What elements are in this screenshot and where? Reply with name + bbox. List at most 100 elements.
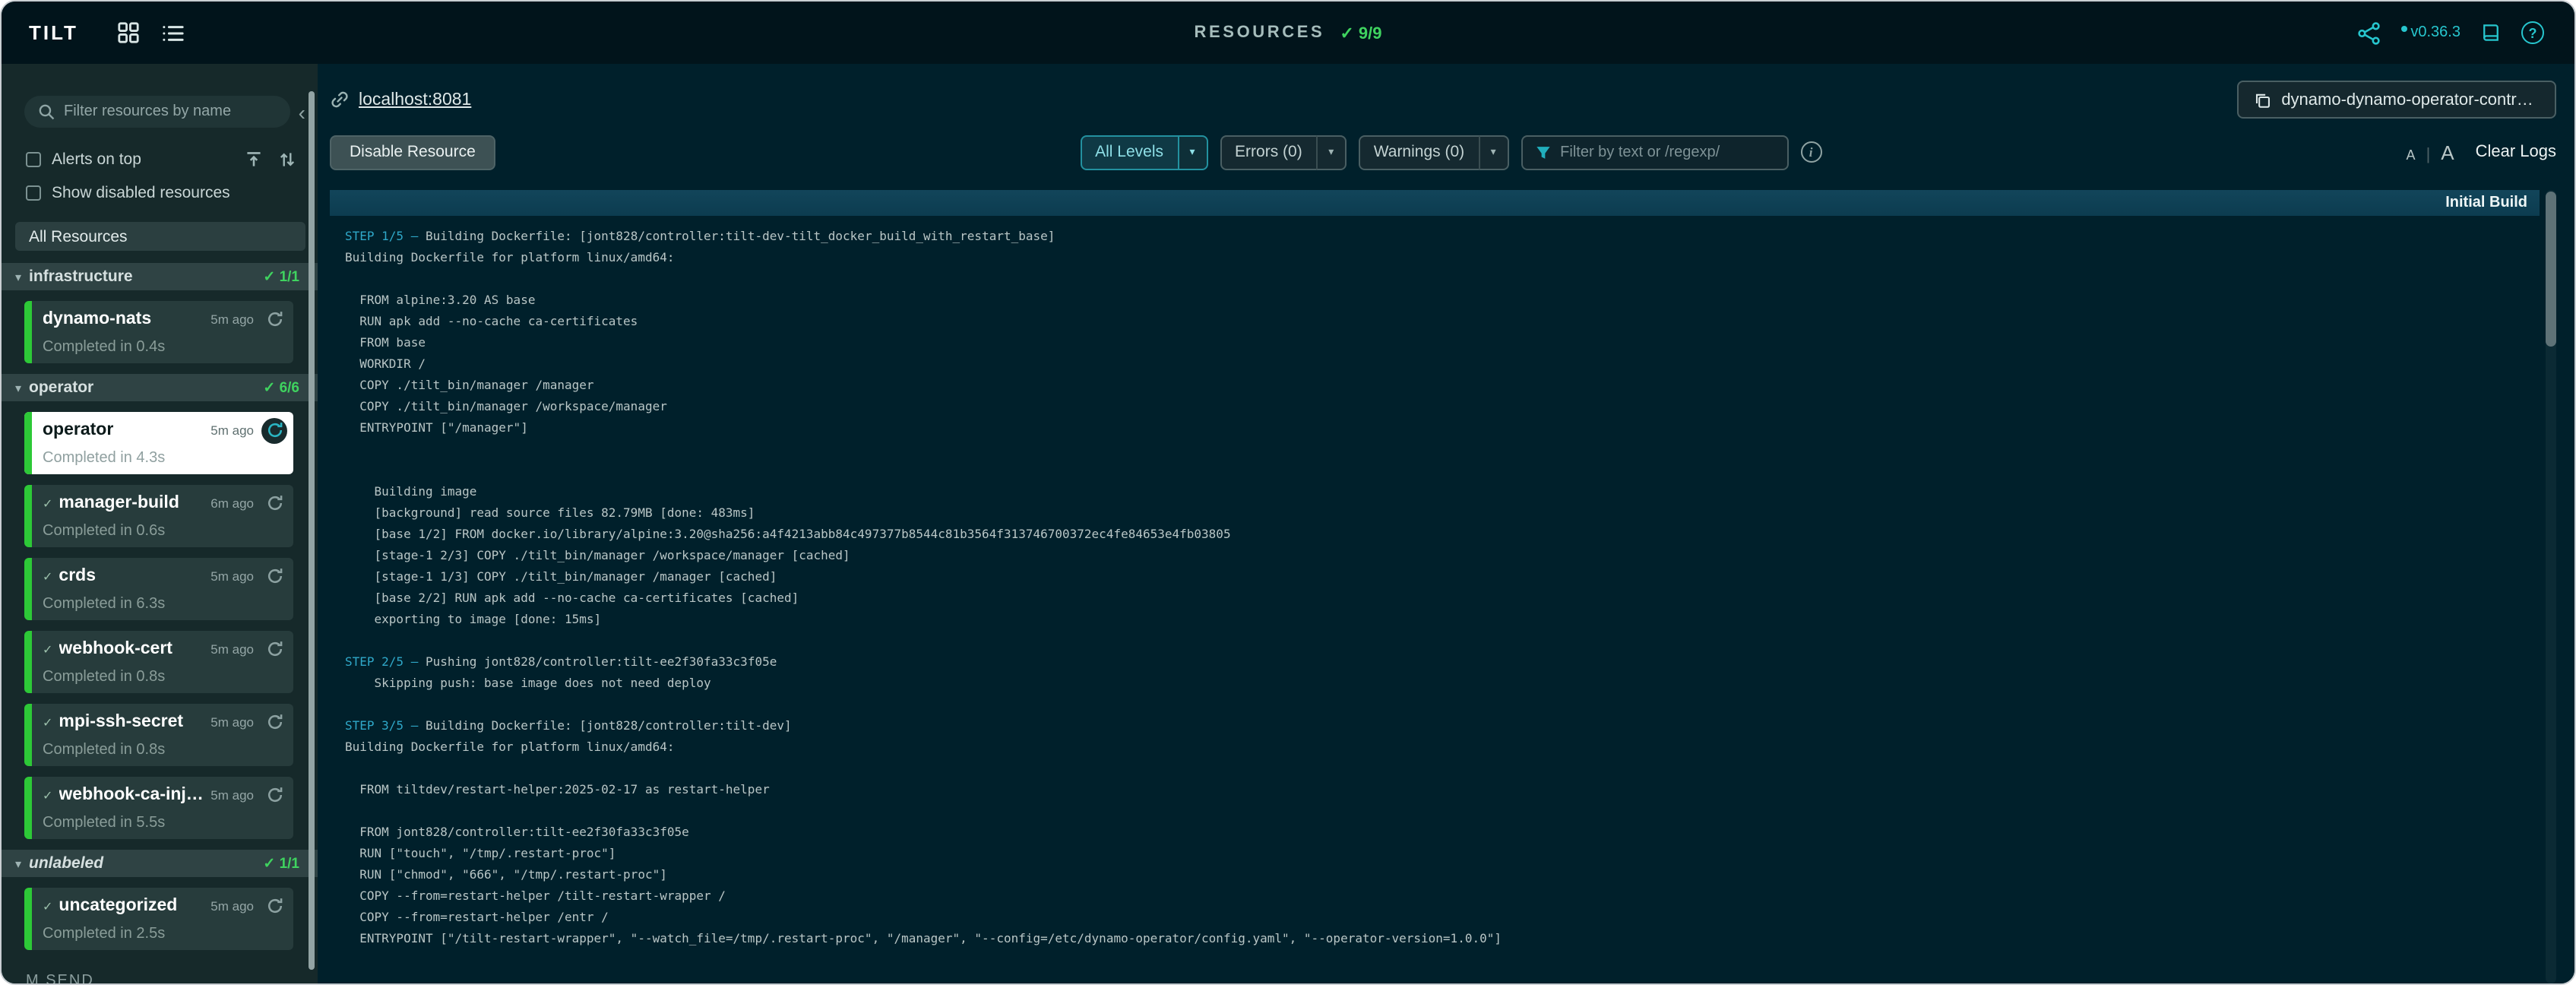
sidebar-scrollbar-thumb[interactable] [309,91,315,970]
resource-name: dynamo-nats [43,310,210,328]
show-disabled-label: Show disabled resources [52,184,230,202]
resource-group-header[interactable]: ▾operator✓ 6/6 [2,374,318,401]
resource-item[interactable]: ✓uncategorized5m agoCompleted in 2.5s [24,888,293,950]
list-view-button[interactable] [162,22,186,43]
log-text [345,762,353,775]
log-output: STEP 1/5 — Building Dockerfile: [jont828… [330,216,2556,950]
refresh-icon [265,897,283,915]
resource-group-header[interactable]: ▾unlabeled✓ 1/1 [2,850,318,877]
log-text: exporting to image [done: 15ms] [345,613,601,626]
resource-status: Completed in 0.8s [43,663,287,686]
log-line: exporting to image [done: 15ms] [345,610,2556,631]
build-status-bar [24,558,32,620]
log-line: [base 2/2] RUN apk add --no-cache ca-cer… [345,588,2556,610]
clear-logs-button[interactable]: Clear Logs [2476,143,2556,161]
resource-filter-input[interactable] [64,103,277,120]
show-disabled-checkbox[interactable] [26,185,41,201]
resource-item[interactable]: ✓webhook-ca-inj…5m agoCompleted in 5.5s [24,777,293,839]
chevron-down-icon: ▾ [1328,146,1334,158]
disable-resource-button[interactable]: Disable Resource [330,135,495,169]
log-line [345,801,2556,822]
log-scrollbar-thumb[interactable] [2546,192,2556,347]
resource-item-header: ✓webhook-ca-inj…5m ago [43,777,287,809]
log-line: RUN ["touch", "/tmp/.restart-proc"] [345,844,2556,865]
group-status-count: ✓ 1/1 [263,855,299,872]
resource-item[interactable]: ✓crds5m agoCompleted in 6.3s [24,558,293,620]
log-line: COPY --from=restart-helper /entr / [345,907,2556,929]
log-line: FROM alpine:3.20 AS base [345,290,2556,312]
trigger-build-button[interactable] [261,306,287,332]
group-status-count: ✓ 1/1 [263,268,299,285]
resource-item[interactable]: ✓webhook-cert5m agoCompleted in 0.8s [24,631,293,693]
log-line: STEP 1/5 — Building Dockerfile: [jont828… [345,226,2556,248]
trigger-build-button[interactable] [261,782,287,808]
help-button[interactable]: ? [2521,21,2544,44]
filter-help-button[interactable]: i [1800,141,1821,163]
resource-list: dynamo-nats5m agoCompleted in 0.4s [2,290,318,363]
check-icon: ✓ [43,642,52,656]
resource-time: 5m ago [210,898,254,914]
log-text: Pushing jont828/controller:tilt-ee2f30fa… [426,655,777,669]
trigger-build-button[interactable] [261,490,287,516]
alerts-on-top-row: Alerts on top [26,150,296,169]
build-status-bar [24,412,32,474]
warnings-filter-dropdown[interactable]: ▾ [1478,135,1508,169]
log-text: COPY --from=restart-helper /entr / [345,911,609,924]
resource-item[interactable]: ✓mpi-ssh-secret5m agoCompleted in 0.8s [24,704,293,766]
log-level-filter: All Levels ▾ [1080,135,1207,169]
log-text: FROM base [345,336,426,350]
alerts-on-top-checkbox[interactable] [26,152,41,167]
log-level-value[interactable]: All Levels [1080,135,1179,169]
log-line: Skipping push: base image does not need … [345,673,2556,695]
refresh-icon [265,713,283,731]
content-row: ‹ Alerts on top Show disabled resources [2,64,2574,983]
errors-filter-value[interactable]: Errors (0) [1220,135,1318,169]
log-text: WORKDIR / [345,357,426,371]
docs-button[interactable] [2480,21,2502,44]
trigger-build-button[interactable] [261,636,287,662]
sort-order-button[interactable] [278,150,296,169]
chevron-down-icon: ▾ [15,270,21,283]
resource-group-header[interactable]: ▾ infrastructure ✓ 1/1 [2,263,318,290]
cluster-status-button[interactable] [2357,21,2381,45]
all-resources-button[interactable]: All Resources [15,222,305,251]
chevron-down-icon: ▾ [1491,146,1496,158]
decrease-font-button[interactable]: A [2407,147,2416,162]
log-text [345,804,353,818]
check-icon: ✓ [43,899,52,913]
resource-status: Completed in 0.8s [43,736,287,759]
warnings-filter-value[interactable]: Warnings (0) [1359,135,1479,169]
trigger-build-button[interactable] [261,417,287,443]
log-filter-input[interactable] [1560,144,1774,160]
tilt-window: TILT RESOURCES ✓ 9/9 v0.36.3 ? [0,0,2576,985]
log-step-prefix: STEP 1/5 — [345,230,426,243]
log-text: ENTRYPOINT ["/manager"] [345,421,528,435]
group-label: operator [29,378,93,397]
resource-item[interactable]: dynamo-nats5m agoCompleted in 0.4s [24,301,293,363]
resource-item[interactable]: ✓manager-build6m agoCompleted in 0.6s [24,485,293,547]
grid-view-button[interactable] [118,21,141,44]
log-text [345,634,353,648]
resources-status-count: ✓ 9/9 [1340,23,1381,43]
log-text: [base 2/2] RUN apk add --no-cache ca-cer… [345,591,799,605]
collapse-all-groups-button[interactable] [245,150,263,169]
log-level-dropdown[interactable]: ▾ [1177,135,1207,169]
book-icon [2480,21,2502,44]
resource-time: 6m ago [210,496,254,511]
copy-pod-name-button[interactable]: dynamo-dynamo-operator-controlle… [2237,81,2556,119]
trigger-build-button[interactable] [261,563,287,589]
sidebar-filter-row: ‹ [24,96,309,128]
resource-item[interactable]: operator5m agoCompleted in 4.3s [24,412,293,474]
collapse-sidebar-button[interactable]: ‹ [296,101,309,122]
trigger-build-button[interactable] [261,709,287,735]
endpoint-link[interactable]: localhost:8081 [330,90,471,109]
log-line: Building Dockerfile for platform linux/a… [345,248,2556,269]
errors-filter-dropdown[interactable]: ▾ [1316,135,1347,169]
log-text: [stage-1 1/3] COPY ./tilt_bin/manager /m… [345,570,777,584]
increase-font-button[interactable]: A [2441,141,2454,163]
log-text: COPY ./tilt_bin/manager /workspace/manag… [345,400,667,413]
group-label: infrastructure [29,268,133,286]
resources-label: RESOURCES [1195,24,1325,42]
trigger-build-button[interactable] [261,893,287,919]
resource-time: 5m ago [210,714,254,730]
